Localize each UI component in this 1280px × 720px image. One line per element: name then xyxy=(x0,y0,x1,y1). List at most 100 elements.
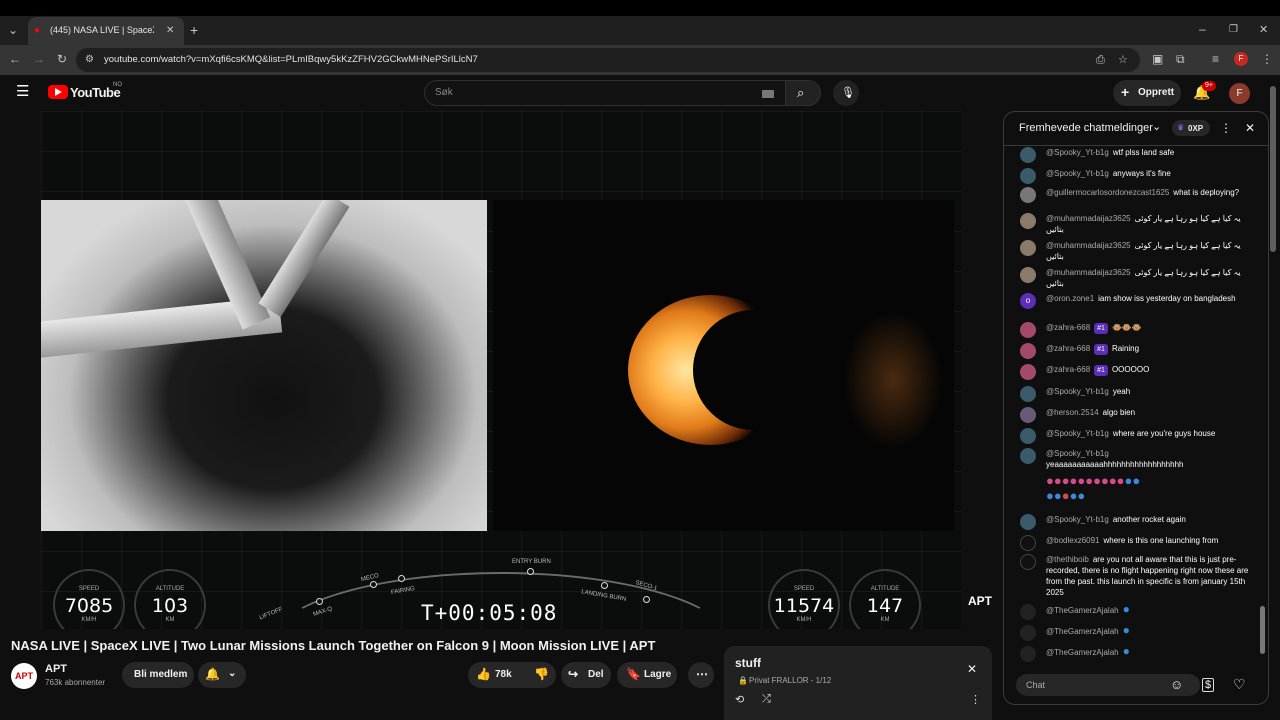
site-info-icon[interactable]: ⚙ xyxy=(85,54,94,66)
user-avatar[interactable] xyxy=(1020,604,1036,620)
emote-icon: ● xyxy=(1122,644,1130,658)
chat-author[interactable]: @TheGamerzAjalah xyxy=(1046,627,1119,636)
chat-author[interactable]: @Spooky_Yt-b1g xyxy=(1046,515,1109,524)
chat-author[interactable]: @bodlexz6091 xyxy=(1046,536,1100,545)
chat-author[interactable]: @Spooky_Yt-b1g xyxy=(1046,148,1109,157)
chevron-down-icon[interactable]: ⌄ xyxy=(1152,120,1161,133)
playlist-title[interactable]: stuff xyxy=(735,656,761,670)
chat-scroll-thumb[interactable] xyxy=(1260,606,1265,654)
chat-author[interactable]: @Spooky_Yt-b1g xyxy=(1046,449,1109,458)
user-avatar[interactable] xyxy=(1020,322,1036,338)
user-avatar[interactable] xyxy=(1020,514,1036,530)
tab-groups-icon[interactable]: ▣ xyxy=(1152,53,1163,65)
youtube-logo-icon[interactable] xyxy=(48,85,68,99)
user-avatar[interactable]: o xyxy=(1020,293,1036,309)
user-avatar[interactable] xyxy=(1020,343,1036,359)
user-avatar[interactable] xyxy=(1020,364,1036,380)
chat-author[interactable]: @Spooky_Yt-b1g xyxy=(1046,429,1109,438)
chat-mode-selector[interactable]: Fremhevede chatmeldinger xyxy=(1019,122,1153,134)
user-avatar[interactable] xyxy=(1020,625,1036,641)
search-input[interactable]: Søk xyxy=(424,80,786,106)
like-count[interactable]: 78k xyxy=(495,669,512,680)
reload-icon[interactable]: ↻ xyxy=(57,53,67,65)
chat-author[interactable]: @muhammadaijaz3625 xyxy=(1046,268,1131,277)
profile-icon[interactable]: F xyxy=(1234,52,1248,66)
tab-search-icon[interactable]: ⌄ xyxy=(8,24,18,36)
voice-search-button[interactable]: 🎙 xyxy=(833,80,859,106)
chat-author[interactable]: @Spooky_Yt-b1g xyxy=(1046,169,1109,178)
chat-author[interactable]: @zahra-668 xyxy=(1046,344,1090,353)
user-avatar[interactable] xyxy=(1020,554,1036,570)
back-icon[interactable]: ← xyxy=(9,53,21,65)
xp-badge[interactable]: ♛ 0XP xyxy=(1172,120,1210,136)
chat-author[interactable]: @zahra-668 xyxy=(1046,323,1090,332)
chat-author[interactable]: @zahra-668 xyxy=(1046,365,1090,374)
share-button[interactable]: ↪ Del xyxy=(561,662,611,688)
close-playlist-icon[interactable]: ✕ xyxy=(967,662,977,676)
like-icon[interactable]: 👍 xyxy=(476,667,491,681)
user-avatar[interactable] xyxy=(1020,428,1036,444)
engine-plume-camera xyxy=(493,200,954,531)
user-avatar[interactable] xyxy=(1020,240,1036,256)
hamburger-menu-icon[interactable]: ☰ xyxy=(16,84,29,99)
user-avatar[interactable] xyxy=(1020,267,1036,283)
user-avatar[interactable] xyxy=(1020,646,1036,662)
user-avatar[interactable] xyxy=(1020,147,1036,163)
minimize-icon[interactable]: – xyxy=(1199,23,1206,35)
chat-author[interactable]: @thethiboib xyxy=(1046,555,1089,564)
bookmark-star-icon[interactable]: ☆ xyxy=(1118,54,1128,66)
emote-icon: ● xyxy=(1122,623,1130,637)
chat-author[interactable]: @oron.zone1 xyxy=(1046,294,1094,303)
channel-name[interactable]: APT xyxy=(45,663,67,675)
user-avatar[interactable] xyxy=(1020,386,1036,402)
search-icon: ⌕ xyxy=(797,85,805,100)
chat-scrollbar[interactable] xyxy=(1260,146,1265,666)
new-tab-icon[interactable]: + xyxy=(190,23,198,37)
emoji-icon[interactable]: ☺ xyxy=(1170,677,1183,692)
chat-author[interactable]: @muhammadaijaz3625 xyxy=(1046,214,1131,223)
chat-author[interactable]: @TheGamerzAjalah xyxy=(1046,648,1119,657)
browser-tab[interactable]: ● (445) NASA LIVE | SpaceX LIVE | ✕ xyxy=(28,17,184,45)
more-actions-button[interactable]: ⋯ xyxy=(688,662,714,688)
user-avatar[interactable] xyxy=(1020,213,1036,229)
forward-icon[interactable]: → xyxy=(33,53,45,65)
maximize-icon[interactable]: ❐ xyxy=(1229,24,1238,36)
chat-author[interactable]: @guillermocarlosordonezcast1625 xyxy=(1046,188,1169,197)
search-button[interactable]: ⌕ xyxy=(785,80,821,106)
keyboard-icon[interactable] xyxy=(762,90,774,98)
dislike-icon[interactable]: 👎 xyxy=(534,667,549,681)
close-window-icon[interactable]: ✕ xyxy=(1259,24,1268,36)
extensions-icon[interactable]: ⧉ xyxy=(1176,53,1185,65)
save-button[interactable]: 🔖 Lagre xyxy=(617,662,677,688)
join-button[interactable]: Bli medlem xyxy=(122,662,194,688)
heart-icon[interactable]: ♡ xyxy=(1233,676,1246,693)
install-icon[interactable]: ⎙ xyxy=(1096,54,1105,66)
user-avatar[interactable] xyxy=(1020,448,1036,464)
page-scrollbar[interactable] xyxy=(1270,86,1276,252)
chat-author[interactable]: @herson.2514 xyxy=(1046,408,1099,417)
chat-author[interactable]: @TheGamerzAjalah xyxy=(1046,606,1119,615)
altitude-unit-left: KM xyxy=(165,617,175,623)
shuffle-icon[interactable]: ⤮ xyxy=(762,693,771,706)
media-icon[interactable]: ≡ xyxy=(1212,53,1219,65)
chat-author[interactable]: @Spooky_Yt-b1g xyxy=(1046,387,1109,396)
chat-author[interactable]: @muhammadaijaz3625 xyxy=(1046,241,1131,250)
create-button[interactable]: + Opprett xyxy=(1113,80,1181,106)
user-avatar[interactable] xyxy=(1020,407,1036,423)
close-chat-icon[interactable]: ✕ xyxy=(1245,121,1255,135)
join-label: Bli medlem xyxy=(134,669,188,680)
menu-dots-icon[interactable]: ⋮ xyxy=(1261,53,1273,65)
playlist-menu-icon[interactable]: ⋮ xyxy=(970,693,981,706)
account-avatar[interactable]: F xyxy=(1229,83,1250,104)
chat-menu-icon[interactable]: ⋮ xyxy=(1220,121,1232,135)
super-chat-icon[interactable]: $ xyxy=(1202,678,1215,692)
repeat-icon[interactable]: ⟲ xyxy=(735,693,744,706)
video-player[interactable]: SPEED 7085 KM/H ALTITUDE 103 KM LIFTOFF … xyxy=(41,111,961,629)
user-avatar[interactable] xyxy=(1020,168,1036,184)
close-tab-icon[interactable]: ✕ xyxy=(166,25,174,37)
channel-avatar[interactable]: APT xyxy=(11,663,37,689)
omnibox[interactable]: ⚙ youtube.com/watch?v=mXqfi6csKMQ&list=P… xyxy=(76,48,1140,72)
user-avatar[interactable] xyxy=(1020,535,1036,551)
subscription-bell-button[interactable]: 🔔 ⌄ xyxy=(198,662,246,688)
user-avatar[interactable] xyxy=(1020,187,1036,203)
